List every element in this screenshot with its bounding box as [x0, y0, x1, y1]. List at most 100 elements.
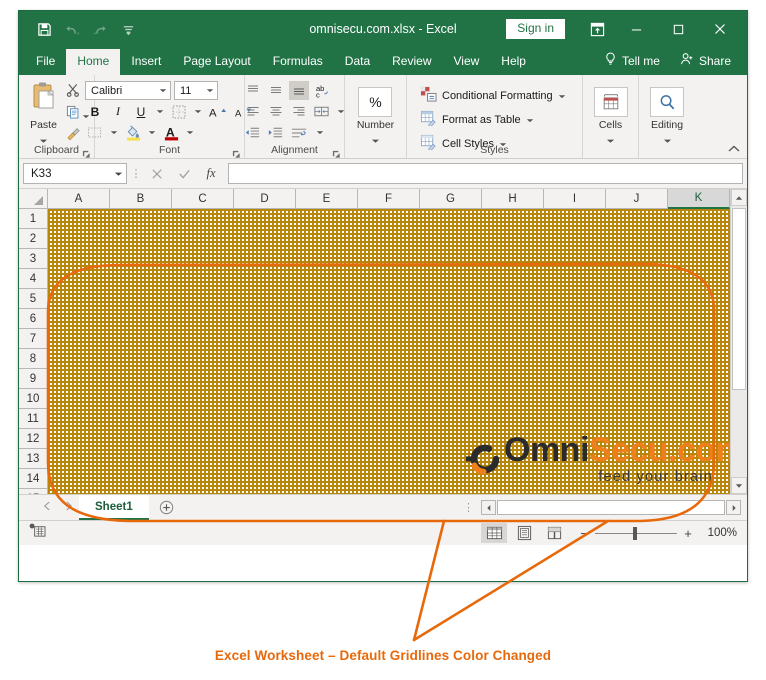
- align-middle-button[interactable]: [266, 81, 286, 100]
- name-box[interactable]: K33: [23, 163, 127, 184]
- borders-dropdown-icon[interactable]: [192, 102, 204, 121]
- vertical-scroll-thumb[interactable]: [732, 208, 746, 390]
- row-header-4[interactable]: 4: [19, 269, 47, 289]
- row-header-10[interactable]: 10: [19, 389, 47, 409]
- row-header-8[interactable]: 8: [19, 349, 47, 369]
- font-size-combo[interactable]: 11: [174, 81, 218, 100]
- column-header-f[interactable]: F: [358, 189, 420, 209]
- collapse-ribbon-icon[interactable]: [727, 142, 741, 156]
- insert-function-icon[interactable]: fx: [199, 163, 223, 185]
- tab-help[interactable]: Help: [490, 49, 537, 75]
- borders-button[interactable]: [169, 102, 189, 121]
- alignment-dialog-launcher[interactable]: [332, 146, 341, 155]
- page-break-preview-button[interactable]: [541, 523, 567, 543]
- editing-dropdown-icon[interactable]: [663, 131, 672, 149]
- phonetic-guide-button[interactable]: [85, 123, 105, 142]
- row-header-12[interactable]: 12: [19, 429, 47, 449]
- horizontal-scrollbar[interactable]: [481, 500, 747, 515]
- row-header-15[interactable]: 15: [19, 489, 47, 494]
- scroll-left-icon[interactable]: [481, 500, 496, 515]
- tab-review[interactable]: Review: [381, 49, 442, 75]
- column-header-b[interactable]: B: [110, 189, 172, 209]
- cut-button[interactable]: [66, 83, 80, 102]
- row-header-3[interactable]: 3: [19, 249, 47, 269]
- previous-sheet-icon[interactable]: [43, 501, 51, 514]
- tab-home[interactable]: Home: [66, 49, 120, 75]
- next-sheet-icon[interactable]: [65, 501, 73, 514]
- increase-font-size-button[interactable]: A: [207, 102, 229, 121]
- wrap-text-button[interactable]: [289, 123, 311, 142]
- zoom-out-button[interactable]: −: [579, 526, 589, 541]
- format-as-table-button[interactable]: Format as Table: [418, 109, 568, 130]
- align-right-button[interactable]: [289, 102, 309, 121]
- merge-and-center-button[interactable]: [312, 102, 332, 121]
- tab-data[interactable]: Data: [334, 49, 381, 75]
- tab-insert[interactable]: Insert: [120, 49, 172, 75]
- row-header-13[interactable]: 13: [19, 449, 47, 469]
- font-color-button[interactable]: A: [161, 123, 181, 142]
- tell-me-button[interactable]: Tell me: [596, 48, 668, 75]
- formula-input[interactable]: [228, 163, 743, 184]
- save-icon[interactable]: [31, 16, 57, 42]
- fill-color-dropdown-icon[interactable]: [146, 123, 158, 142]
- column-header-c[interactable]: C: [172, 189, 234, 209]
- new-sheet-button[interactable]: [149, 495, 184, 520]
- cell-area[interactable]: OmniSecu.com feed your brain: [48, 209, 730, 494]
- italic-button[interactable]: I: [108, 102, 128, 121]
- align-bottom-button[interactable]: [289, 81, 309, 100]
- underline-dropdown-icon[interactable]: [154, 102, 166, 121]
- horizontal-scroll-thumb[interactable]: [497, 500, 725, 515]
- column-header-g[interactable]: G: [420, 189, 482, 209]
- column-header-d[interactable]: D: [234, 189, 296, 209]
- underline-button[interactable]: U: [131, 102, 151, 121]
- fill-color-button[interactable]: [123, 123, 143, 142]
- font-color-dropdown-icon[interactable]: [184, 123, 196, 142]
- zoom-slider-track[interactable]: [595, 533, 677, 534]
- font-name-combo[interactable]: Calibri: [85, 81, 171, 100]
- record-macro-icon[interactable]: [29, 523, 46, 543]
- clipboard-dialog-launcher[interactable]: [82, 146, 91, 155]
- sheet-tab-sheet1[interactable]: Sheet1: [79, 495, 149, 520]
- row-header-9[interactable]: 9: [19, 369, 47, 389]
- tab-page-layout[interactable]: Page Layout: [172, 49, 261, 75]
- number-format-button[interactable]: % Number: [357, 87, 394, 149]
- column-header-k[interactable]: K: [668, 189, 730, 209]
- cells-button[interactable]: Cells: [594, 87, 628, 149]
- row-header-7[interactable]: 7: [19, 329, 47, 349]
- editing-button[interactable]: Editing: [650, 87, 684, 149]
- align-top-button[interactable]: [243, 81, 263, 100]
- cancel-formula-icon[interactable]: [145, 163, 169, 185]
- bold-button[interactable]: B: [85, 102, 105, 121]
- vertical-scrollbar[interactable]: [730, 189, 747, 494]
- column-header-i[interactable]: I: [544, 189, 606, 209]
- row-header-11[interactable]: 11: [19, 409, 47, 429]
- tab-file[interactable]: File: [25, 49, 66, 75]
- zoom-in-button[interactable]: +: [683, 526, 693, 541]
- customize-qat-icon[interactable]: [115, 16, 141, 42]
- share-button[interactable]: Share: [672, 48, 739, 75]
- normal-view-button[interactable]: [481, 523, 507, 543]
- row-header-1[interactable]: 1: [19, 209, 47, 229]
- decrease-indent-button[interactable]: [243, 123, 263, 142]
- align-left-button[interactable]: [243, 102, 263, 121]
- sign-in-button[interactable]: Sign in: [506, 19, 565, 39]
- zoom-slider-thumb[interactable]: [633, 527, 637, 540]
- row-header-6[interactable]: 6: [19, 309, 47, 329]
- scroll-right-icon[interactable]: [726, 500, 741, 515]
- conditional-formatting-button[interactable]: Conditional Formatting: [418, 85, 568, 106]
- font-dialog-launcher[interactable]: [232, 146, 241, 155]
- tab-formulas[interactable]: Formulas: [262, 49, 334, 75]
- scroll-up-icon[interactable]: [731, 189, 747, 206]
- minimize-icon[interactable]: [615, 14, 657, 44]
- column-header-j[interactable]: J: [606, 189, 668, 209]
- row-header-5[interactable]: 5: [19, 289, 47, 309]
- cells-dropdown-icon[interactable]: [606, 131, 615, 149]
- increase-indent-button[interactable]: [266, 123, 286, 142]
- close-icon[interactable]: [699, 14, 741, 44]
- select-all-corner[interactable]: [19, 189, 48, 209]
- phonetic-dropdown-icon[interactable]: [108, 123, 120, 142]
- row-header-14[interactable]: 14: [19, 469, 47, 489]
- redo-icon[interactable]: [87, 16, 113, 42]
- enter-formula-icon[interactable]: [172, 163, 196, 185]
- maximize-icon[interactable]: [657, 14, 699, 44]
